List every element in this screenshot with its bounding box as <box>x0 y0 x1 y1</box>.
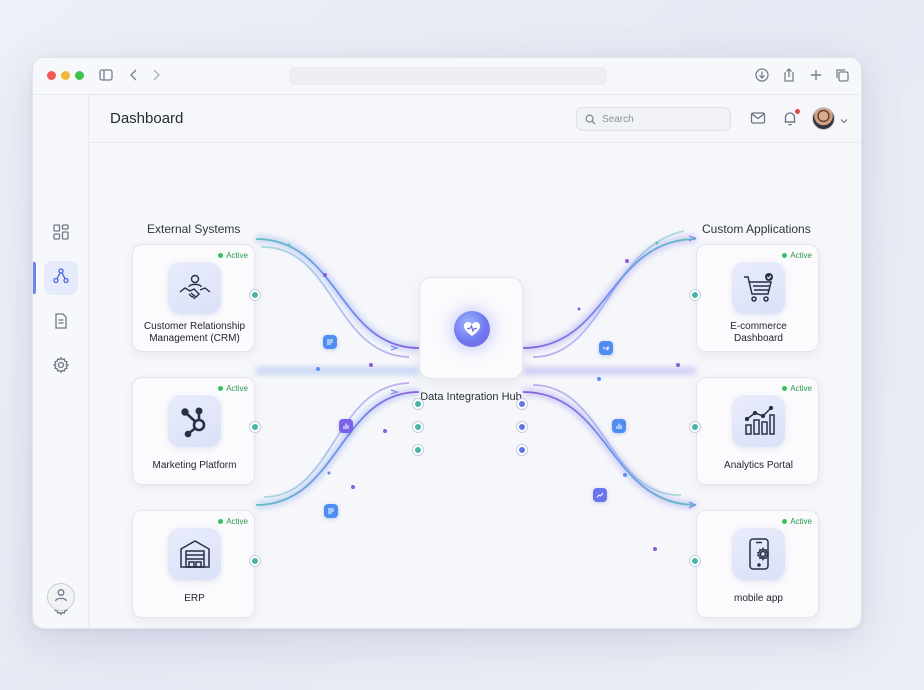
ecommerce-flow-line <box>522 238 697 349</box>
card-label: ERP <box>184 593 205 604</box>
flow-particle <box>351 485 355 489</box>
document-icon <box>52 312 70 335</box>
card-label: Marketing Platform <box>152 460 237 471</box>
mobile-settings-icon <box>732 527 785 580</box>
hubspot-icon <box>168 394 221 447</box>
back-icon[interactable] <box>126 67 144 85</box>
card-label: Analytics Portal <box>724 460 793 471</box>
card-label: Dashboard <box>734 333 783 344</box>
data-packet-chip <box>323 335 337 349</box>
marketing-connector[interactable] <box>250 422 260 432</box>
data-packet-chip <box>339 419 353 433</box>
card-label: Customer Relationship <box>143 321 246 332</box>
browser-window: Dashboard Search External Systems Custom… <box>32 57 862 629</box>
main-content: Dashboard Search External Systems Custom… <box>89 95 861 628</box>
hub-output-connector[interactable] <box>517 399 527 409</box>
external-systems-heading: External Systems <box>147 222 241 236</box>
sidebar-user-profile[interactable] <box>47 583 75 611</box>
warehouse-icon <box>168 527 221 580</box>
shopping-cart-icon <box>732 261 785 314</box>
ecommerce-dashboard-card[interactable]: Active E-commerce Dashboard <box>696 244 819 352</box>
card-label: E-commerce <box>730 321 787 332</box>
new-tab-icon[interactable] <box>808 67 826 85</box>
card-label: mobile app <box>734 593 783 604</box>
bar-chart-icon <box>732 394 785 447</box>
flow-particle <box>577 307 581 311</box>
sidebar <box>33 95 89 628</box>
flow-particle <box>383 429 387 433</box>
sidebar-toggle-icon[interactable] <box>98 67 116 85</box>
card-label: Management (CRM) <box>149 333 240 344</box>
erp-card[interactable]: Active ERP <box>132 510 255 618</box>
maximize-window-button[interactable] <box>75 71 84 80</box>
erp-connector[interactable] <box>250 556 260 566</box>
mobile-flow-line <box>522 391 697 506</box>
address-bar[interactable] <box>289 67 607 85</box>
data-packet-chip <box>599 341 613 355</box>
mobile-app-card[interactable]: Active mobile app <box>696 510 819 618</box>
erp-flow-glow <box>255 388 420 509</box>
download-icon[interactable] <box>754 67 772 85</box>
status-badge: Active <box>218 517 248 526</box>
heart-hub-icon <box>454 311 490 347</box>
sidebar-item-documents[interactable] <box>44 306 78 340</box>
flow-particle <box>655 241 659 245</box>
close-window-button[interactable] <box>47 71 56 80</box>
marketing-platform-card[interactable]: Active Marketing Platform <box>132 377 255 485</box>
data-packet-chip <box>324 504 338 518</box>
bar-chart-icon <box>342 417 350 435</box>
hub-output-connector[interactable] <box>517 422 527 432</box>
sidebar-item-integrations[interactable] <box>44 261 78 295</box>
data-packet-chip <box>593 488 607 502</box>
link-icon <box>602 339 610 357</box>
mobile-connector[interactable] <box>690 556 700 566</box>
flow-particle <box>625 259 629 263</box>
flow-particle <box>369 363 373 367</box>
title-bar <box>33 58 861 95</box>
flow-particle <box>316 367 320 371</box>
flow-particle <box>653 547 657 551</box>
active-indicator <box>33 262 36 294</box>
minimize-window-button[interactable] <box>61 71 70 80</box>
sidebar-item-grid[interactable] <box>44 217 78 251</box>
status-badge: Active <box>782 251 812 260</box>
crm-card[interactable]: Active Customer Relationship Management … <box>132 244 255 352</box>
gear-icon <box>52 356 70 379</box>
analytics-portal-card[interactable]: Active Analytics Portal <box>696 377 819 485</box>
hub-input-connector[interactable] <box>413 399 423 409</box>
data-packet-chip <box>612 419 626 433</box>
document-icon <box>327 502 335 520</box>
status-badge: Active <box>218 384 248 393</box>
flow-particle <box>597 377 601 381</box>
flow-particle <box>287 243 291 247</box>
analytics-connector[interactable] <box>690 422 700 432</box>
crm-connector[interactable] <box>250 290 260 300</box>
user-icon <box>53 587 69 608</box>
hub-input-connector[interactable] <box>413 422 423 432</box>
hub-output-connector[interactable] <box>517 445 527 455</box>
custom-applications-heading: Custom Applications <box>702 222 811 236</box>
flow-particle <box>676 363 680 367</box>
flow-particle <box>327 471 331 475</box>
trend-icon <box>596 486 604 504</box>
handshake-icon <box>168 261 221 314</box>
ecommerce-connector[interactable] <box>690 290 700 300</box>
flow-particle <box>623 473 627 477</box>
status-badge: Active <box>782 384 812 393</box>
flow-particle <box>323 273 327 277</box>
data-integration-hub[interactable] <box>419 277 523 379</box>
document-icon <box>326 333 334 351</box>
tabs-overview-icon[interactable] <box>834 67 852 85</box>
network-icon <box>52 267 70 290</box>
crm-flow-line <box>255 238 420 349</box>
forward-icon[interactable] <box>148 67 166 85</box>
status-badge: Active <box>782 517 812 526</box>
share-icon[interactable] <box>781 67 799 85</box>
hub-input-connector[interactable] <box>413 445 423 455</box>
grid-icon <box>52 223 70 246</box>
status-badge: Active <box>218 251 248 260</box>
sidebar-item-settings[interactable] <box>44 350 78 384</box>
bar-chart-icon <box>615 417 623 435</box>
